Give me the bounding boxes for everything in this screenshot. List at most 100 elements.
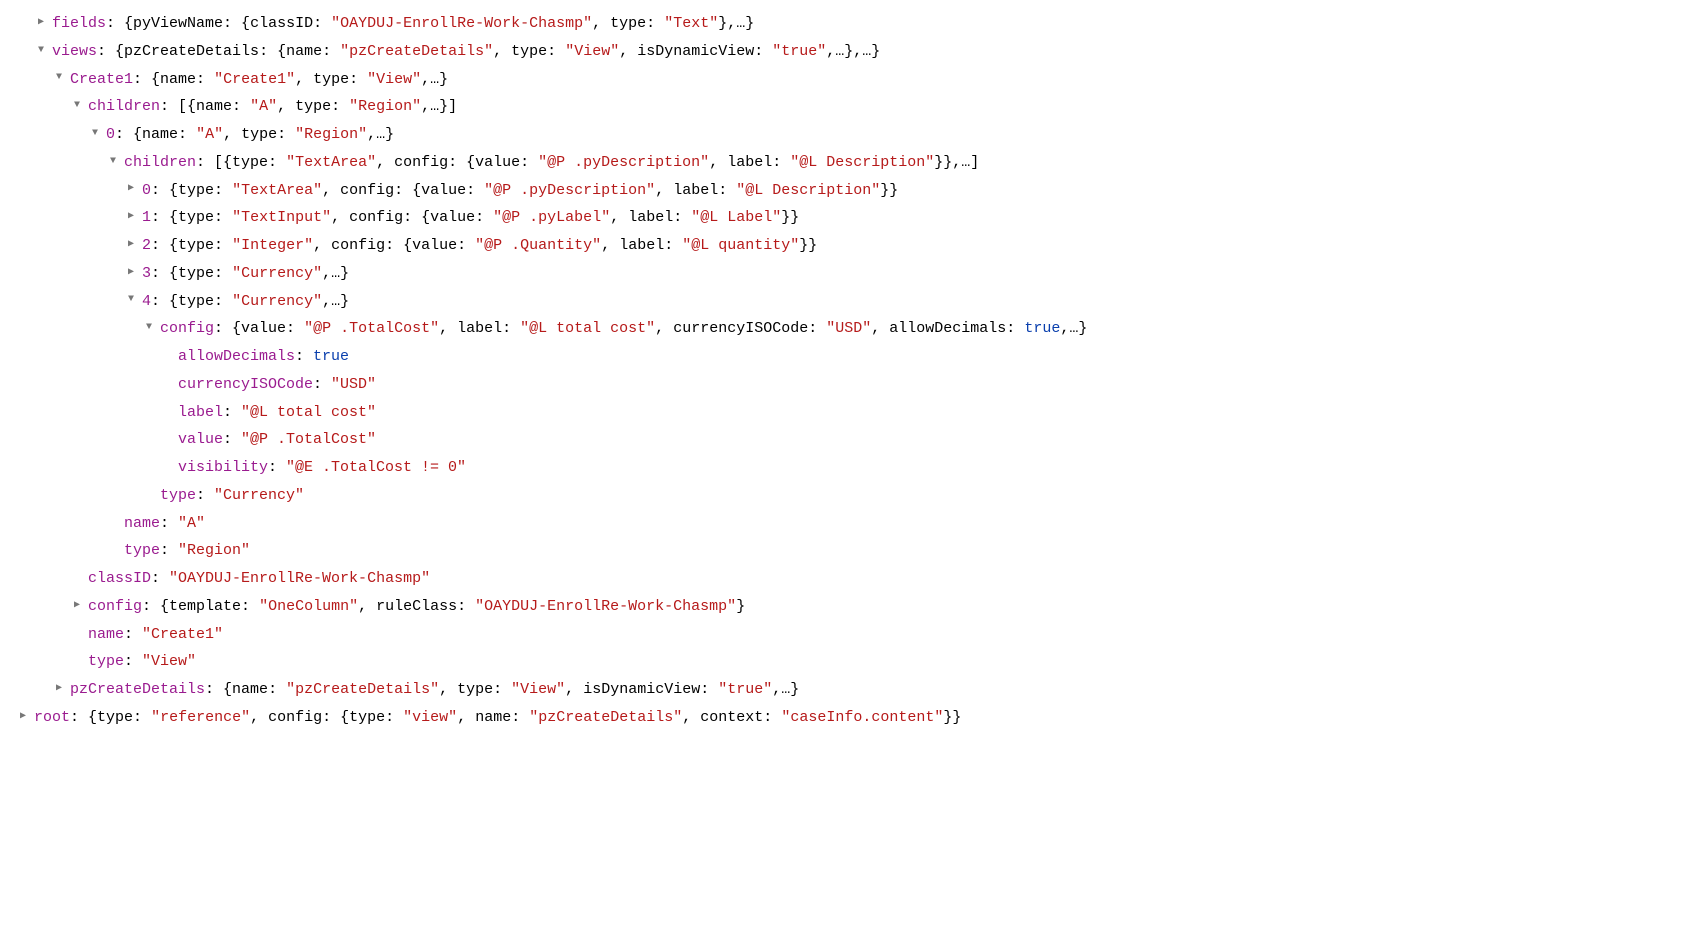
string-value: "true" — [772, 43, 826, 60]
string-value: "A" — [196, 126, 223, 143]
token: },…} — [718, 15, 754, 32]
token: : — [322, 43, 340, 60]
tree-row[interactable]: classID: "OAYDUJ-EnrollRe-Work-Chasmp" — [20, 565, 1666, 593]
token: type — [178, 209, 214, 226]
expand-toggle-icon[interactable]: ▶ — [128, 264, 140, 283]
tree-row[interactable]: visibility: "@E .TotalCost != 0" — [20, 454, 1666, 482]
expand-toggle-icon[interactable]: ▼ — [56, 69, 68, 88]
string-value: "@P .pyDescription" — [484, 182, 655, 199]
token: : — [223, 431, 241, 448]
expand-toggle-icon[interactable]: ▼ — [74, 97, 86, 116]
string-value: "view" — [403, 709, 457, 726]
tree-row[interactable]: label: "@L total cost" — [20, 399, 1666, 427]
tree-row[interactable]: ▼children: [{name: "A", type: "Region",…… — [20, 93, 1666, 121]
token: : — [214, 237, 232, 254]
token: : — [214, 293, 232, 310]
tree-row[interactable]: ▶pzCreateDetails: {name: "pzCreateDetail… — [20, 676, 1666, 704]
token: : — [313, 15, 331, 32]
property-key: allowDecimals — [178, 348, 295, 365]
tree-row[interactable]: ▼4: {type: "Currency",…} — [20, 288, 1666, 316]
token: : { — [151, 209, 178, 226]
token: type — [349, 709, 385, 726]
expand-toggle-icon[interactable]: ▶ — [20, 708, 32, 727]
token: isDynamicView — [583, 681, 700, 698]
expand-toggle-icon[interactable]: ▼ — [92, 125, 104, 144]
expand-toggle-icon[interactable]: ▶ — [38, 14, 50, 33]
tree-row[interactable]: type: "View" — [20, 648, 1666, 676]
expand-toggle-icon[interactable]: ▶ — [128, 236, 140, 255]
string-value: "TextArea" — [232, 182, 322, 199]
property-key: views — [52, 43, 97, 60]
expand-toggle-icon[interactable]: ▼ — [110, 153, 122, 172]
string-value: "Region" — [178, 542, 250, 559]
property-key: pzCreateDetails — [70, 681, 205, 698]
expand-toggle-icon[interactable]: ▼ — [38, 42, 50, 61]
tree-row[interactable]: allowDecimals: true — [20, 343, 1666, 371]
string-value: "@L total cost" — [520, 320, 655, 337]
tree-row[interactable]: ▶0: {type: "TextArea", config: {value: "… — [20, 177, 1666, 205]
property-key: 0 — [142, 182, 151, 199]
string-value: "View" — [511, 681, 565, 698]
token: : — [349, 71, 367, 88]
expand-toggle-icon[interactable]: ▶ — [74, 597, 86, 616]
expand-toggle-icon[interactable]: ▶ — [128, 180, 140, 199]
token: type — [457, 681, 493, 698]
tree-row[interactable]: ▶config: {template: "OneColumn", ruleCla… — [20, 593, 1666, 621]
expand-toggle-icon[interactable]: ▼ — [128, 291, 140, 310]
token: : [{ — [196, 154, 232, 171]
token: type — [232, 154, 268, 171]
tree-row[interactable]: name: "A" — [20, 510, 1666, 538]
token: : — [493, 681, 511, 698]
tree-row[interactable]: ▶fields: {pyViewName: {classID: "OAYDUJ-… — [20, 10, 1666, 38]
property-key: name — [88, 626, 124, 643]
token: value — [412, 237, 457, 254]
token: label — [457, 320, 502, 337]
string-value: "true" — [718, 681, 772, 698]
tree-row[interactable]: ▼0: {name: "A", type: "Region",…} — [20, 121, 1666, 149]
expand-toggle-icon[interactable]: ▶ — [56, 680, 68, 699]
token: , — [655, 320, 673, 337]
tree-row[interactable]: type: "Region" — [20, 537, 1666, 565]
string-value: "A" — [250, 98, 277, 115]
token: : — [646, 15, 664, 32]
token: type — [97, 709, 133, 726]
string-value: "Currency" — [232, 265, 322, 282]
string-value: "OAYDUJ-EnrollRe-Work-Chasmp" — [169, 570, 430, 587]
token: : — [313, 376, 331, 393]
tree-row[interactable]: name: "Create1" — [20, 621, 1666, 649]
string-value: "Text" — [664, 15, 718, 32]
token: value — [430, 209, 475, 226]
token: name — [286, 43, 322, 60]
tree-row[interactable]: ▼Create1: {name: "Create1", type: "View"… — [20, 66, 1666, 94]
property-key: type — [124, 542, 160, 559]
token: label — [619, 237, 664, 254]
token: value — [241, 320, 286, 337]
string-value: "pzCreateDetails" — [286, 681, 439, 698]
token: , — [619, 43, 637, 60]
tree-row[interactable]: ▶2: {type: "Integer", config: {value: "@… — [20, 232, 1666, 260]
token: pyViewName — [133, 15, 223, 32]
property-key: fields — [52, 15, 106, 32]
string-value: "Region" — [349, 98, 421, 115]
tree-row[interactable]: ▶1: {type: "TextInput", config: {value: … — [20, 204, 1666, 232]
token: : { — [151, 265, 178, 282]
token: , — [277, 98, 295, 115]
token: , — [331, 209, 349, 226]
tree-row[interactable]: ▶root: {type: "reference", config: {type… — [20, 704, 1666, 732]
tree-row[interactable]: ▼views: {pzCreateDetails: {name: "pzCrea… — [20, 38, 1666, 66]
string-value: "TextArea" — [286, 154, 376, 171]
expand-toggle-icon[interactable]: ▼ — [146, 319, 158, 338]
tree-row[interactable]: currencyISOCode: "USD" — [20, 371, 1666, 399]
expand-toggle-icon[interactable]: ▶ — [128, 208, 140, 227]
tree-row[interactable]: value: "@P .TotalCost" — [20, 426, 1666, 454]
string-value: "@L Description" — [790, 154, 934, 171]
tree-row[interactable]: ▶3: {type: "Currency",…} — [20, 260, 1666, 288]
tree-row[interactable]: ▼children: [{type: "TextArea", config: {… — [20, 149, 1666, 177]
property-key: type — [160, 487, 196, 504]
string-value: "A" — [178, 515, 205, 532]
tree-row[interactable]: ▼config: {value: "@P .TotalCost", label:… — [20, 315, 1666, 343]
token: name — [232, 681, 268, 698]
token: : — [295, 348, 313, 365]
token: pzCreateDetails — [124, 43, 259, 60]
tree-row[interactable]: type: "Currency" — [20, 482, 1666, 510]
